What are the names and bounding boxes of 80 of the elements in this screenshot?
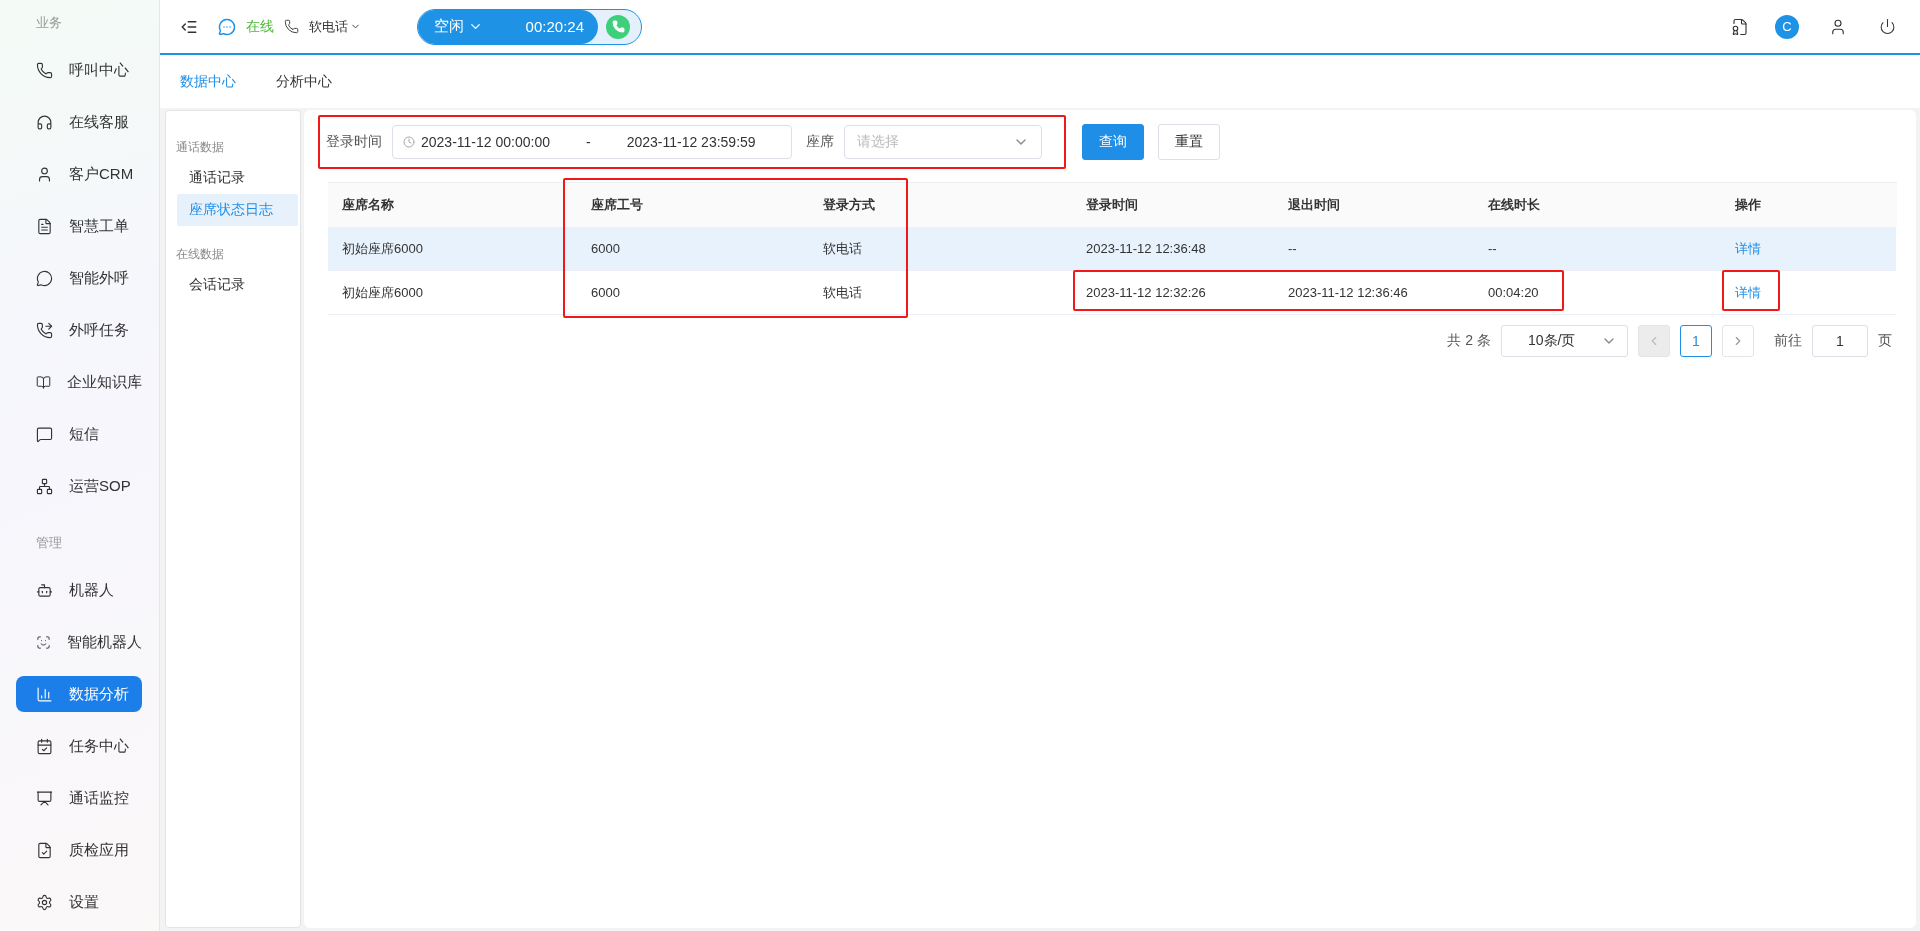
face-scan-icon: [36, 633, 51, 651]
column-header: 登录时间: [1074, 182, 1276, 227]
column-header: 座席工号: [566, 182, 821, 227]
user-icon: [36, 165, 53, 183]
sidebar-item[interactable]: 智慧工单: [16, 208, 142, 244]
phone-icon: [36, 61, 53, 79]
sidebar-item[interactable]: 呼叫中心: [16, 52, 142, 88]
sidebar-item[interactable]: 客户CRM: [16, 156, 142, 192]
table-cell-text: 软电话: [822, 283, 863, 302]
section-label: 管理: [35, 534, 63, 552]
sidebar-item[interactable]: 在线客服: [16, 104, 142, 140]
chat-status-icon: [218, 17, 236, 36]
calendar-check-icon: [36, 737, 53, 755]
subnav-item[interactable]: 会话记录: [177, 269, 298, 301]
settings-icon: [36, 893, 53, 911]
clock-icon: [403, 136, 415, 148]
sidebar-item[interactable]: 质检应用: [16, 832, 142, 868]
group-label: 在线数据: [175, 246, 225, 263]
online-status: 在线: [246, 17, 274, 36]
column-header: 退出时间: [1276, 182, 1476, 227]
phone-mode-dropdown[interactable]: 软电话: [309, 17, 361, 36]
table-cell-text: 软电话: [822, 239, 863, 258]
table-cell-text: 00:04:20: [1487, 284, 1540, 302]
table-cell-text: 6000: [590, 284, 621, 302]
document-icon: [36, 217, 53, 235]
sidebar-item[interactable]: 短信: [16, 416, 142, 452]
network-icon: [36, 477, 53, 495]
phone-forward-icon: [36, 321, 53, 339]
phone-icon: [611, 20, 625, 33]
group-label: 通话数据: [175, 139, 225, 156]
highlight-frame: [1722, 270, 1780, 311]
section-label: 业务: [35, 14, 63, 32]
date-range-field[interactable]: 2023-11-12 00:00:00 - 2023-11-12 23:59:59: [392, 125, 792, 159]
column-header: 在线时长: [1476, 182, 1723, 227]
sidebar-item[interactable]: 企业知识库: [16, 364, 142, 400]
document-badge-icon[interactable]: [1731, 17, 1749, 36]
field-label: 座席: [806, 133, 834, 151]
power-icon[interactable]: [1879, 18, 1896, 35]
sidebar-item[interactable]: 数据分析: [16, 676, 142, 712]
sidebar-item[interactable]: 智能外呼: [16, 260, 142, 296]
page-suffix: 页: [1878, 332, 1892, 350]
headphones-icon: [36, 113, 53, 131]
user-icon[interactable]: [1829, 17, 1847, 36]
phone-icon: [284, 19, 299, 34]
table-cell-text: --: [1287, 240, 1298, 258]
sidebar-item[interactable]: 通话监控: [16, 780, 142, 816]
book-icon: [36, 373, 51, 391]
sidebar-item[interactable]: 运营SOP: [16, 468, 142, 504]
column-header: 座席名称: [328, 182, 566, 227]
reset-button[interactable]: 重置: [1158, 124, 1220, 160]
sidebar-item[interactable]: 智能机器人: [16, 624, 142, 660]
sidebar-item[interactable]: 任务中心: [16, 728, 142, 764]
goto-label: 前往: [1774, 332, 1802, 350]
robot-icon: [36, 581, 53, 599]
call-timer: 00:20:24: [525, 18, 584, 35]
sidebar-item[interactable]: 外呼任务: [16, 312, 142, 348]
page-size-select[interactable]: 10条/页: [1501, 325, 1628, 357]
file-check-icon: [36, 841, 53, 859]
page-input[interactable]: 1: [1812, 325, 1868, 357]
table-cell-text: 2023-11-12 12:36:46: [1287, 284, 1409, 302]
table-cell-text: 2023-11-12 12:36:48: [1085, 240, 1207, 258]
tab[interactable]: 数据中心: [180, 72, 236, 91]
sidebar-item[interactable]: 机器人: [16, 572, 142, 608]
table-cell-text: 6000: [590, 240, 621, 258]
tab[interactable]: 分析中心: [276, 72, 332, 91]
message-icon: [36, 425, 53, 443]
table-cell-text: --: [1487, 240, 1498, 258]
column-header: 登录方式: [821, 182, 1074, 227]
total-count: 共 2 条: [1447, 332, 1491, 350]
column-header: 操作: [1723, 182, 1897, 227]
subnav-item[interactable]: 通话记录: [177, 162, 298, 194]
presentation-icon: [36, 789, 53, 807]
chat-bubble-icon: [36, 269, 53, 287]
bar-chart-icon: [36, 685, 53, 703]
sidebar-item[interactable]: 设置: [16, 884, 142, 920]
details-link[interactable]: 详情: [1735, 283, 1761, 302]
table-cell-text: 初始座席6000: [341, 283, 424, 302]
table-cell-text: 初始座席6000: [341, 239, 424, 258]
field-label: 登录时间: [326, 133, 382, 151]
table-cell-text: 2023-11-12 12:32:26: [1085, 284, 1207, 302]
